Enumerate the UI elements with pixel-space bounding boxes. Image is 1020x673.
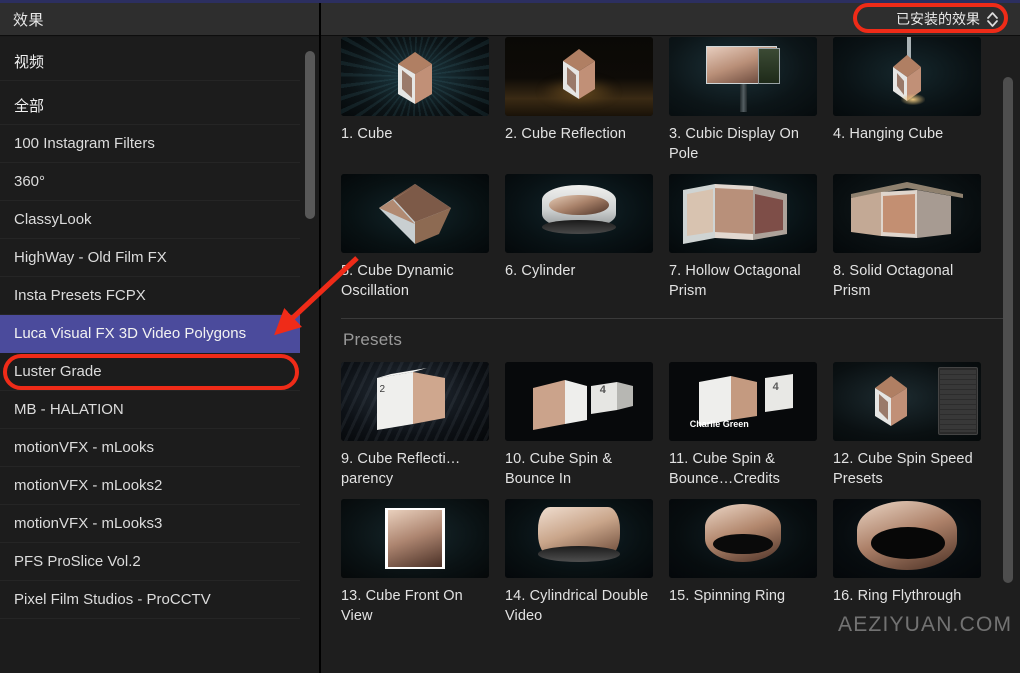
effects-grid: 1. Cube 2. Cube Reflection 3. Cubic Disp… <box>321 37 1003 636</box>
pane-divider <box>319 0 321 673</box>
effect-label: 8. Solid Octagonal Prism <box>833 263 954 299</box>
effect-thumbnail[interactable] <box>505 37 653 116</box>
sidebar-scroll-area[interactable]: 视频 全部 100 Instagram Filters 360° ClassyLook H… <box>0 37 319 673</box>
effect-item[interactable]: 1. Cube <box>341 37 505 174</box>
effect-label: 2. Cube Reflection <box>505 126 627 142</box>
effect-thumbnail[interactable] <box>505 499 653 578</box>
effects-row: 1. Cube 2. Cube Reflection 3. Cubic Disp… <box>341 37 997 174</box>
window-top-accent <box>0 0 1020 3</box>
effect-thumbnail[interactable]: 4 <box>505 362 653 441</box>
effects-row: 13. Cube Front On View 14. Cylindrical D… <box>341 499 997 636</box>
effect-label: 4. Hanging Cube <box>833 126 944 142</box>
effect-label: 6. Cylinder <box>505 263 576 279</box>
sidebar-item-mb-halation[interactable]: MB - HALATION <box>0 391 300 429</box>
sidebar-item-luster-grade[interactable]: Luster Grade <box>0 353 300 391</box>
effect-item[interactable]: 3. Cubic Display On Pole <box>669 37 833 174</box>
effect-thumbnail[interactable]: 2 <box>341 362 489 441</box>
sidebar-item-motionvfx-mlooks3[interactable]: motionVFX - mLooks3 <box>0 505 300 543</box>
effect-item[interactable]: 8. Solid Octagonal Prism <box>833 174 997 311</box>
effect-label: 15. Spinning Ring <box>669 588 786 604</box>
effect-thumbnail[interactable] <box>341 499 489 578</box>
effects-grid-scroll-area[interactable]: 1. Cube 2. Cube Reflection 3. Cubic Disp… <box>321 37 1020 673</box>
effect-item[interactable]: 5. Cube Dynamic Oscillation <box>341 174 505 311</box>
effect-item[interactable]: 15. Spinning Ring <box>669 499 833 636</box>
effects-browser-window: 效果 视频 全部 100 Instagram Filters 360° ClassyLo… <box>0 0 1020 673</box>
sidebar-item-classylook[interactable]: ClassyLook <box>0 201 300 239</box>
effect-label: 16. Ring Flythrough <box>833 588 962 604</box>
effect-label: 3. Cubic Display On Pole <box>669 126 800 162</box>
effect-thumbnail[interactable] <box>669 37 817 116</box>
effect-item[interactable]: 4. Hanging Cube <box>833 37 997 174</box>
sidebar-item-motionvfx-mlooks2[interactable]: motionVFX - mLooks2 <box>0 467 300 505</box>
effect-item[interactable]: 7. Hollow Octagonal Prism <box>669 174 833 311</box>
sidebar-item-360[interactable]: 360° <box>0 163 300 201</box>
sidebar-item-pfs-proslice-vol-2[interactable]: PFS ProSlice Vol.2 <box>0 543 300 581</box>
sidebar-item-[interactable]: 全部 <box>0 81 300 125</box>
effect-item[interactable]: 13. Cube Front On View <box>341 499 505 636</box>
effects-content-pane: 已安装的效果 1. Cube 2. Cube Reflection 3. Cub… <box>321 3 1020 673</box>
effect-label: 11. Cube Spin & Bounce…Credits <box>669 451 781 487</box>
sidebar-header: 效果 <box>0 3 319 36</box>
effect-label: 5. Cube Dynamic Oscillation <box>341 263 454 299</box>
effect-thumbnail[interactable]: 4 Charlie Green <box>669 362 817 441</box>
dropdown-label: 已安装的效果 <box>896 11 980 27</box>
content-scrollbar[interactable] <box>1003 77 1015 673</box>
chevron-up-down-icon <box>987 11 998 27</box>
effect-label: 14. Cylindrical Double Video <box>505 588 649 624</box>
content-scrollbar-thumb[interactable] <box>1003 77 1013 583</box>
effect-label: 13. Cube Front On View <box>341 588 463 624</box>
effect-item[interactable]: 16. Ring Flythrough <box>833 499 997 636</box>
sidebar-item-motionvfx-mlooks[interactable]: motionVFX - mLooks <box>0 429 300 467</box>
effect-thumbnail[interactable] <box>833 174 981 253</box>
effect-thumbnail[interactable] <box>505 174 653 253</box>
effect-thumbnail[interactable] <box>669 174 817 253</box>
section-title: Presets <box>343 330 403 349</box>
effect-item[interactable]: 12. Cube Spin Speed Presets <box>833 362 997 499</box>
effect-thumbnail[interactable] <box>669 499 817 578</box>
effect-item[interactable]: 4 Charlie Green 11. Cube Spin & Bounce…Cr… <box>669 362 833 499</box>
effect-label: 1. Cube <box>341 126 393 142</box>
sidebar-category-list: 视频 全部 100 Instagram Filters 360° ClassyLook H… <box>0 37 300 619</box>
effect-item[interactable]: 2 9. Cube Reflecti…parency <box>341 362 505 499</box>
sidebar-scrollbar-thumb[interactable] <box>305 51 315 219</box>
effects-sidebar-pane: 效果 视频 全部 100 Instagram Filters 360° ClassyLo… <box>0 3 319 673</box>
effects-row: 2 9. Cube Reflecti…parency 4 10. Cube Spin… <box>341 362 997 499</box>
installed-effects-dropdown[interactable]: 已安装的效果 <box>888 7 1004 31</box>
effect-thumbnail[interactable] <box>341 37 489 116</box>
effect-label: 10. Cube Spin & Bounce In <box>505 451 613 487</box>
effect-thumbnail[interactable] <box>833 37 981 116</box>
effect-item[interactable]: 2. Cube Reflection <box>505 37 669 174</box>
sidebar-scrollbar[interactable] <box>305 51 317 663</box>
page-title: 效果 <box>13 12 45 29</box>
sidebar-item-insta-presets-fcpx[interactable]: Insta Presets FCPX <box>0 277 300 315</box>
effect-label: 9. Cube Reflecti…parency <box>341 451 461 487</box>
sidebar-item-luca-visual-fx-3d-video-polygons[interactable]: Luca Visual FX 3D Video Polygons <box>0 315 300 353</box>
effect-item[interactable]: 6. Cylinder <box>505 174 669 311</box>
effect-item[interactable]: 14. Cylindrical Double Video <box>505 499 669 636</box>
effects-row: 5. Cube Dynamic Oscillation 6. Cylinder … <box>341 174 997 311</box>
sidebar-item-pixel-film-studios-procctv[interactable]: Pixel Film Studios - ProCCTV <box>0 581 300 619</box>
effect-thumbnail[interactable] <box>833 499 981 578</box>
effect-item[interactable]: 4 10. Cube Spin & Bounce In <box>505 362 669 499</box>
effect-label: 7. Hollow Octagonal Prism <box>669 263 801 299</box>
content-header: 已安装的效果 <box>321 3 1020 36</box>
effect-thumbnail[interactable] <box>833 362 981 441</box>
sidebar-item-highway-old-film-fx[interactable]: HighWay - Old Film FX <box>0 239 300 277</box>
effect-thumbnail[interactable] <box>341 174 489 253</box>
effect-label: 12. Cube Spin Speed Presets <box>833 451 973 487</box>
sidebar-item-[interactable]: 视频 <box>0 37 300 81</box>
sidebar-item-100-instagram-filters[interactable]: 100 Instagram Filters <box>0 125 300 163</box>
